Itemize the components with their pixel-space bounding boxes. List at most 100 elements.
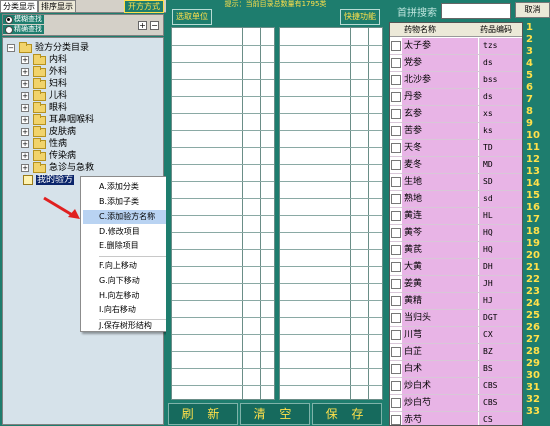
medicine-row[interactable]: 赤芍 CS bbox=[390, 412, 522, 425]
clear-button[interactable]: 清 空 bbox=[240, 403, 310, 425]
row-checkbox[interactable] bbox=[391, 330, 401, 340]
row-checkbox[interactable] bbox=[391, 347, 401, 357]
medicine-row[interactable]: 黄精 HJ bbox=[390, 293, 522, 310]
medicine-row[interactable]: 麦冬 MD bbox=[390, 157, 522, 174]
tree-node-category[interactable]: + 外科 bbox=[21, 65, 67, 78]
row-number: 30 bbox=[526, 370, 540, 381]
tree-node-category[interactable]: + 内科 bbox=[21, 53, 67, 66]
medicine-row[interactable]: 苦参 ks bbox=[390, 123, 522, 140]
medicine-row[interactable]: 白芷 BZ bbox=[390, 344, 522, 361]
tree-node-category[interactable]: + 皮肤病 bbox=[21, 125, 76, 138]
expand-icon[interactable]: + bbox=[21, 104, 29, 112]
medicine-row[interactable]: 大黄 DH bbox=[390, 259, 522, 276]
expand-icon[interactable]: + bbox=[21, 116, 29, 124]
tree-node-my-prescriptions[interactable]: 我的验方 bbox=[23, 174, 75, 186]
medicine-row[interactable]: 熟地 sd bbox=[390, 191, 522, 208]
right-panel: 首拼搜索 取消 药物名称 药品编码 太子参 tzs 党参 ds 北沙参 bss 丹参 ds 玄参… bbox=[385, 0, 550, 426]
medicine-row[interactable]: 黄连 HL bbox=[390, 208, 522, 225]
grid-row-line bbox=[280, 300, 382, 301]
medicine-row[interactable]: 玄参 xs bbox=[390, 106, 522, 123]
grid-row-line bbox=[172, 317, 274, 318]
medicine-row[interactable]: 党参 ds bbox=[390, 55, 522, 72]
medicine-name: 黄连 bbox=[402, 208, 478, 224]
tree-node-category[interactable]: + 性病 bbox=[21, 137, 67, 150]
row-checkbox[interactable] bbox=[391, 262, 401, 272]
prescription-grid-right[interactable] bbox=[279, 27, 383, 400]
row-checkbox[interactable] bbox=[391, 41, 401, 51]
medicine-row[interactable]: 黄芪 HQ bbox=[390, 242, 522, 259]
expand-icon[interactable]: + bbox=[21, 56, 29, 64]
save-button[interactable]: 保 存 bbox=[312, 403, 382, 425]
medicine-row[interactable]: 炒白芍 CBS bbox=[390, 395, 522, 412]
tree-node-category[interactable]: + 耳鼻咽喉科 bbox=[21, 113, 94, 126]
tree-node-category[interactable]: + 儿科 bbox=[21, 89, 67, 102]
expand-icon[interactable]: + bbox=[21, 92, 29, 100]
medicine-row[interactable]: 北沙参 bss bbox=[390, 72, 522, 89]
row-checkbox[interactable] bbox=[391, 415, 401, 425]
expand-icon[interactable]: + bbox=[21, 68, 29, 76]
expand-icon[interactable]: + bbox=[21, 80, 29, 88]
medicine-row[interactable]: 天冬 TD bbox=[390, 140, 522, 157]
medicine-table-header: 药物名称 药品编码 bbox=[390, 23, 522, 37]
row-checkbox[interactable] bbox=[391, 126, 401, 136]
row-checkbox[interactable] bbox=[391, 160, 401, 170]
fuzzy-search-radio[interactable]: 模糊查找 bbox=[3, 15, 44, 24]
tab-sort-view[interactable]: 排序显示 bbox=[38, 0, 76, 13]
row-checkbox[interactable] bbox=[391, 143, 401, 153]
tree-node-category[interactable]: + 急诊与急救 bbox=[21, 161, 94, 174]
medicine-row[interactable]: 生地 SD bbox=[390, 174, 522, 191]
tab-category-view[interactable]: 分类显示 bbox=[0, 0, 38, 13]
medicine-row[interactable]: 川芎 CX bbox=[390, 327, 522, 344]
row-checkbox[interactable] bbox=[391, 279, 401, 289]
expand-icon[interactable]: + bbox=[21, 128, 29, 136]
grid-row-line bbox=[172, 283, 274, 284]
folder-icon bbox=[33, 65, 46, 77]
row-checkbox[interactable] bbox=[391, 194, 401, 204]
row-number: 27 bbox=[526, 334, 540, 345]
row-checkbox[interactable] bbox=[391, 75, 401, 85]
row-checkbox[interactable] bbox=[391, 296, 401, 306]
tree-root-node[interactable]: − 验方分类目录 bbox=[7, 41, 89, 54]
row-checkbox[interactable] bbox=[391, 177, 401, 187]
medicine-row[interactable]: 白术 BS bbox=[390, 361, 522, 378]
medicine-row[interactable]: 黄芩 HQ bbox=[390, 225, 522, 242]
select-unit-button[interactable]: 选取单位 bbox=[172, 9, 212, 25]
quick-function-button[interactable]: 快捷功能 bbox=[340, 9, 380, 25]
expand-icon[interactable]: + bbox=[21, 164, 29, 172]
medicine-row[interactable]: 丹参 ds bbox=[390, 89, 522, 106]
medicine-row[interactable]: 姜黄 JH bbox=[390, 276, 522, 293]
row-checkbox[interactable] bbox=[391, 245, 401, 255]
grid-row-line bbox=[172, 351, 274, 352]
row-number-column: 1 2 3 4 5 6 7 8 9 10 11 12 13 14 15 16 17 18 19 20 21 22 23 24 2… bbox=[523, 22, 550, 426]
row-checkbox[interactable] bbox=[391, 364, 401, 374]
row-checkbox[interactable] bbox=[391, 109, 401, 119]
medicine-row[interactable]: 当归头 DGT bbox=[390, 310, 522, 327]
cancel-button[interactable]: 取消 bbox=[515, 2, 550, 18]
prescription-grid-left[interactable] bbox=[171, 27, 275, 400]
tree-node-category[interactable]: + 传染病 bbox=[21, 149, 76, 162]
tree-node-category[interactable]: + 眼科 bbox=[21, 101, 67, 114]
medicine-row[interactable]: 炒白术 CBS bbox=[390, 378, 522, 395]
tree-node-category[interactable]: + 妇科 bbox=[21, 77, 67, 90]
row-checkbox[interactable] bbox=[391, 92, 401, 102]
collapse-all-button[interactable]: − bbox=[150, 21, 159, 30]
row-checkbox[interactable] bbox=[391, 211, 401, 221]
row-checkbox[interactable] bbox=[391, 398, 401, 408]
expand-icon[interactable]: + bbox=[21, 140, 29, 148]
medicine-row[interactable]: 太子参 tzs bbox=[390, 38, 522, 55]
refresh-button[interactable]: 刷 新 bbox=[168, 403, 238, 425]
expand-all-button[interactable]: + bbox=[138, 21, 147, 30]
prescription-mode-button[interactable]: 开方方式 bbox=[124, 0, 164, 13]
exact-search-radio[interactable]: 精确查找 bbox=[3, 25, 44, 34]
grid-row-line bbox=[280, 164, 382, 165]
row-checkbox[interactable] bbox=[391, 313, 401, 323]
quick-search-input[interactable] bbox=[441, 3, 511, 19]
expand-icon[interactable]: + bbox=[21, 152, 29, 160]
row-checkbox[interactable] bbox=[391, 381, 401, 391]
grid-row-line bbox=[280, 283, 382, 284]
medicine-code: ds bbox=[479, 55, 522, 71]
row-checkbox[interactable] bbox=[391, 58, 401, 68]
grid-column-divider bbox=[350, 28, 351, 399]
row-checkbox[interactable] bbox=[391, 228, 401, 238]
collapse-icon[interactable]: − bbox=[7, 44, 15, 52]
